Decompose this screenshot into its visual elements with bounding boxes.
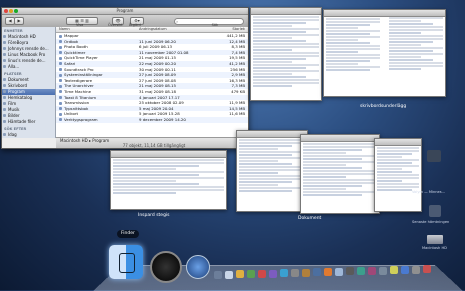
- desktop-icon-3[interactable]: [427, 235, 443, 244]
- cell-size: [215, 117, 247, 123]
- dock-app-icon[interactable]: [379, 266, 387, 275]
- desktop-icon-1[interactable]: [427, 150, 441, 162]
- finder-sidebar: ENHETER Macintosh HD FöreBoyra Johnnys r…: [2, 27, 56, 138]
- finder-window: Program ◀ ▶ ▦ ☰ ▥ 👁 ⚙▾ Visa Översikt Åtg…: [1, 7, 249, 149]
- mini-content: [111, 159, 226, 194]
- dock-app-icon[interactable]: [236, 270, 244, 279]
- finder-face-icon: [119, 253, 135, 273]
- zoom-button[interactable]: [14, 9, 18, 13]
- sidebar-item-device-6[interactable]: Alla...: [2, 64, 55, 70]
- mini-content: [251, 16, 321, 87]
- file-list: Namn Ändringsdatum Storlek Mappar 441,2 M…: [56, 27, 248, 138]
- mini-content: [301, 143, 379, 196]
- dock-app-icon[interactable]: [247, 270, 255, 279]
- desktop-icon-label-2: Senaste hämtningen: [412, 220, 450, 224]
- finder-title: Program: [116, 8, 134, 13]
- wallpaper-window-left[interactable]: [250, 7, 322, 101]
- status-text: 77 objekt, 11,14 GB tillgängligt: [122, 143, 186, 148]
- dock-app-icon[interactable]: [357, 267, 365, 276]
- wallpaper-folder-label: skrivbordsunderlägg: [360, 104, 407, 109]
- sidebar-item-hamtade[interactable]: Hämtade filer: [2, 119, 55, 125]
- dock-app-icon[interactable]: [313, 268, 321, 277]
- close-button[interactable]: [4, 9, 8, 13]
- mini-title-bar: [237, 131, 307, 138]
- cell-modified: 9 december 2009 14.20: [139, 116, 186, 122]
- dock-app-icon[interactable]: [423, 265, 431, 274]
- document-window-list[interactable]: [300, 134, 380, 214]
- dock-app-icon[interactable]: [368, 266, 376, 275]
- dock-app-icon[interactable]: [302, 268, 310, 277]
- mini-content: [324, 17, 445, 72]
- dock-app-icon[interactable]: [324, 268, 332, 276]
- dock-app-icon[interactable]: [280, 269, 288, 278]
- stacked-window-label: Inspard stegis: [138, 213, 170, 218]
- mini-content: [375, 147, 421, 191]
- mini-title-bar: [324, 10, 445, 17]
- mini-title-bar: [111, 151, 226, 158]
- column-name[interactable]: Namn: [56, 27, 139, 32]
- desktop-icon-label-1: Volym — Minnes...: [412, 190, 446, 194]
- desktop-icon-label-3: Macintosh HD: [422, 246, 447, 250]
- dock-app-icon[interactable]: [335, 267, 343, 276]
- dock-app-icon[interactable]: [401, 265, 409, 274]
- dock-app-icon[interactable]: [258, 269, 266, 278]
- table-row[interactable]: Verktygsprogram 9 december 2009 14.20: [56, 116, 248, 123]
- document-window-label: Dokument: [298, 216, 322, 221]
- search-icon: ⌕: [176, 19, 179, 24]
- mini-title-bar: [301, 135, 379, 142]
- minimize-button[interactable]: [9, 9, 13, 13]
- document-window-sidebar[interactable]: [236, 130, 308, 212]
- stacked-window[interactable]: [110, 150, 227, 210]
- path-bar: Macintosh HD ▸ Program 77 objekt, 11,14 …: [56, 137, 248, 148]
- dock-app-icon[interactable]: [291, 268, 299, 277]
- cell-name: Verktygsprogram: [56, 117, 139, 123]
- dock-app-icon[interactable]: [390, 266, 398, 275]
- forward-button[interactable]: ▶: [14, 17, 24, 25]
- dock-app-icon[interactable]: [412, 265, 420, 274]
- dock-app-icon[interactable]: [214, 271, 222, 279]
- dashboard-dock-icon[interactable]: [150, 251, 182, 283]
- column-modified[interactable]: Ändringsdatum: [139, 27, 215, 32]
- dock-app-icon[interactable]: [225, 270, 233, 279]
- dock-app-icon[interactable]: [346, 267, 354, 276]
- finder-dock-icon[interactable]: [109, 245, 143, 279]
- search-input[interactable]: ⌕: [174, 18, 244, 25]
- sidebar-item-idag[interactable]: Idag: [2, 132, 55, 138]
- column-size[interactable]: Storlek: [215, 27, 247, 32]
- desktop-icon-2[interactable]: [429, 205, 441, 217]
- mini-title-bar: [251, 8, 321, 15]
- list-rows: Mappar 441,2 MB Ordbok 11 juni 2009 06.20 12…: [56, 33, 248, 123]
- spaces-dock-icon[interactable]: [186, 255, 210, 279]
- finder-title-bar[interactable]: Program: [2, 8, 248, 15]
- mini-title-bar: [375, 139, 421, 146]
- document-window-right[interactable]: [374, 138, 422, 212]
- wallpaper-window-right[interactable]: [323, 9, 446, 97]
- dock-tooltip: Finder: [117, 230, 139, 238]
- mini-content: [237, 139, 307, 192]
- dock-app-icon[interactable]: [269, 269, 277, 278]
